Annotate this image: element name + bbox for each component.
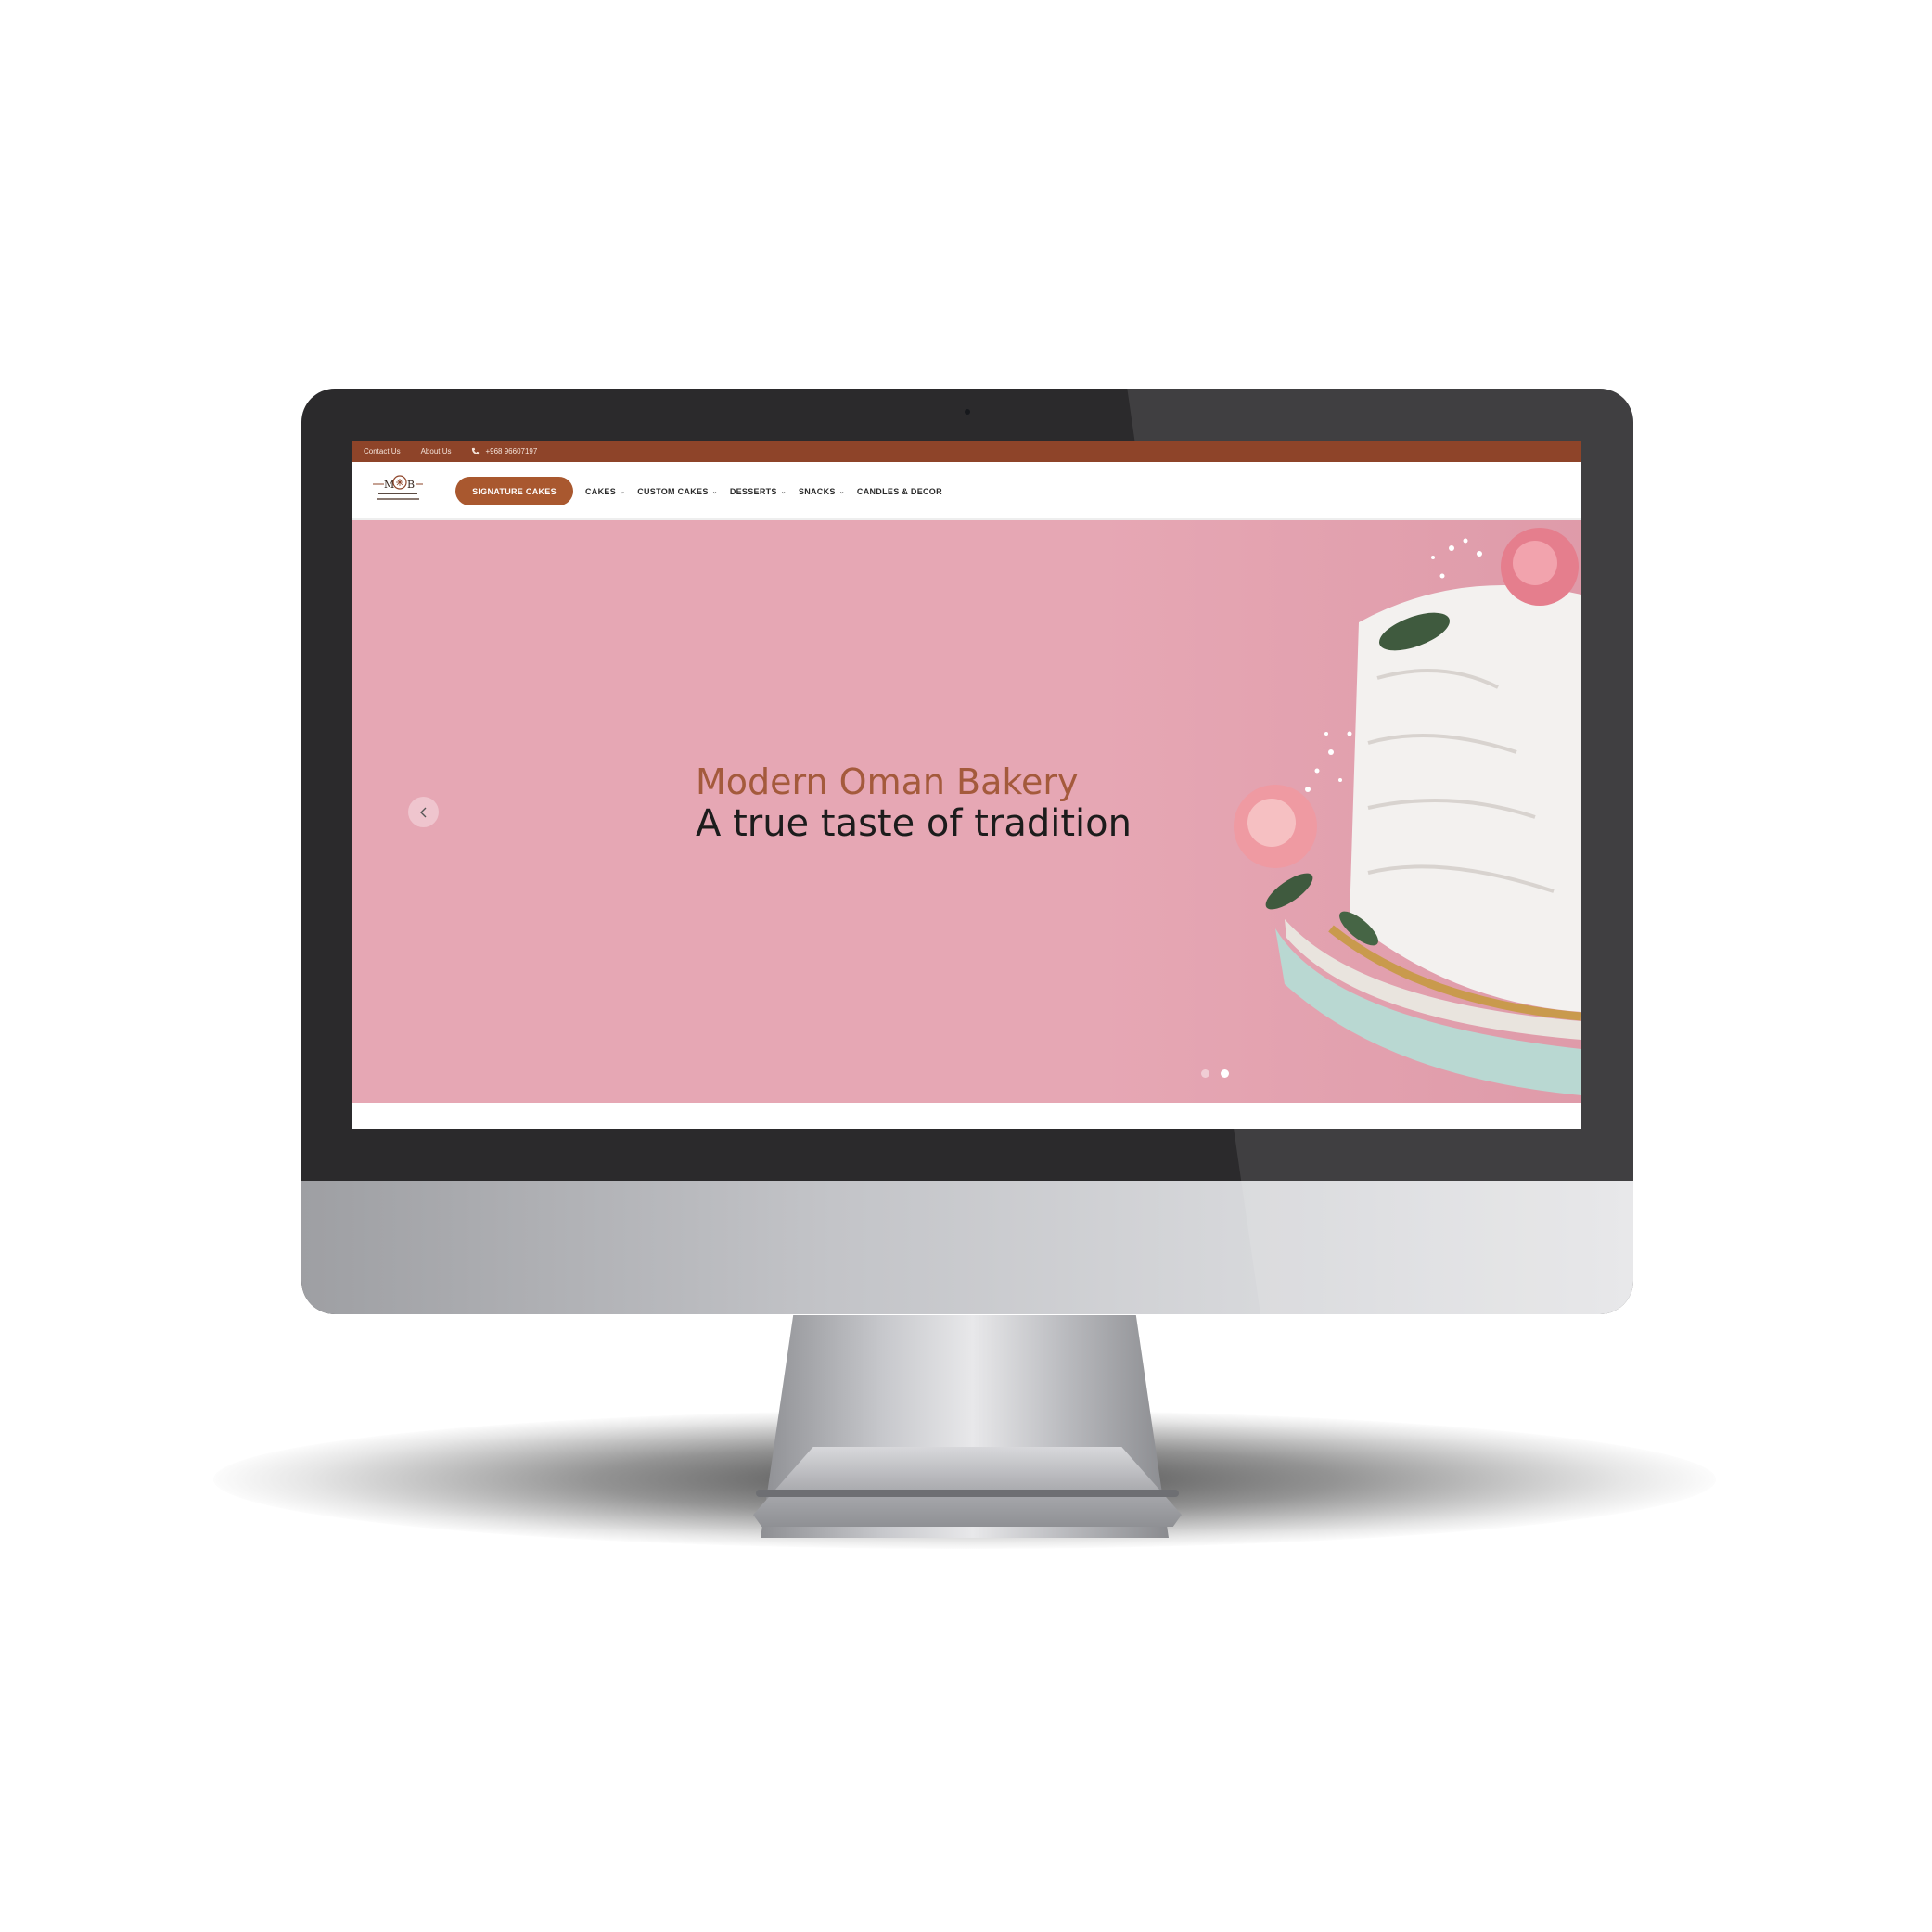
- slider-pagination: [1201, 1069, 1229, 1078]
- hero-title: Modern Oman Bakery: [696, 761, 1079, 802]
- slider-dot-1[interactable]: [1201, 1069, 1209, 1078]
- svg-text:B: B: [407, 479, 415, 491]
- main-navigation: M B SIGNATURE CAKES CAKES ⌄ CUSTOM CAKES…: [352, 462, 1581, 520]
- top-info-bar: Contact Us About Us +968 96607197: [352, 441, 1581, 462]
- slider-prev-button[interactable]: [408, 797, 439, 827]
- chevron-down-icon: ⌄: [780, 488, 787, 495]
- slider-dot-2[interactable]: [1221, 1069, 1229, 1078]
- webcam-icon: [965, 409, 970, 415]
- nav-item-candles-decor[interactable]: CANDLES & DECOR: [857, 487, 942, 496]
- nav-item-label: DESSERTS: [729, 486, 777, 496]
- page-content-start: [352, 1103, 1581, 1129]
- monitor-stand-base: [753, 1447, 1182, 1527]
- signature-cakes-button[interactable]: SIGNATURE CAKES: [455, 477, 573, 505]
- hero-slider: Modern Oman Bakery A true taste of tradi…: [352, 520, 1581, 1103]
- cake-image: [1234, 528, 1581, 1095]
- hero-subtitle: A true taste of tradition: [696, 802, 1132, 845]
- nav-item-custom-cakes[interactable]: CUSTOM CAKES ⌄: [637, 487, 718, 496]
- phone-number: +968 96607197: [485, 447, 538, 455]
- chevron-down-icon: ⌄: [711, 488, 718, 495]
- nav-item-snacks[interactable]: SNACKS ⌄: [799, 487, 845, 496]
- chevron-down-icon: ⌄: [838, 488, 845, 495]
- svg-text:M: M: [384, 479, 394, 491]
- phone-contact[interactable]: +968 96607197: [471, 447, 537, 455]
- nav-item-label: SNACKS: [798, 486, 836, 496]
- phone-icon: [472, 447, 480, 455]
- chevron-down-icon: ⌄: [620, 488, 626, 495]
- contact-us-link[interactable]: Contact Us: [364, 447, 401, 455]
- chevron-left-icon: [419, 807, 426, 817]
- nav-item-label: CANDLES & DECOR: [856, 486, 942, 496]
- monitor-stand-edge: [756, 1490, 1179, 1497]
- bakery-logo[interactable]: M B: [371, 469, 425, 510]
- nav-item-desserts[interactable]: DESSERTS ⌄: [730, 487, 787, 496]
- nav-item-cakes[interactable]: CAKES ⌄: [585, 487, 625, 496]
- about-us-link[interactable]: About Us: [421, 447, 452, 455]
- monitor-chin: [301, 1181, 1633, 1314]
- nav-item-label: CAKES: [585, 486, 617, 496]
- nav-menu: CAKES ⌄ CUSTOM CAKES ⌄ DESSERTS ⌄ SNACKS…: [585, 462, 942, 520]
- website-screen: Contact Us About Us +968 96607197 M B SI…: [352, 441, 1581, 1129]
- nav-item-label: CUSTOM CAKES: [637, 486, 709, 496]
